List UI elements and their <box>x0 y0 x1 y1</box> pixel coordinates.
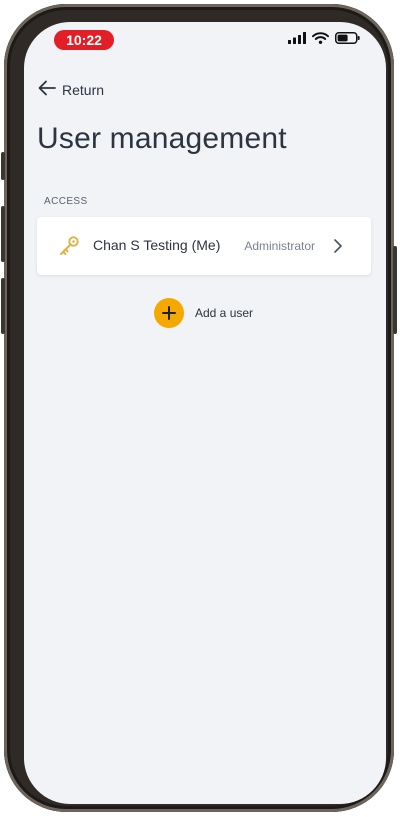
section-label-access: ACCESS <box>44 196 88 207</box>
wifi-icon <box>312 31 329 49</box>
battery-icon <box>335 31 360 49</box>
status-time: 10:22 <box>54 30 114 50</box>
status-icons <box>288 32 360 48</box>
page-title: User management <box>37 122 287 155</box>
key-icon <box>57 234 81 258</box>
arrow-left-icon <box>38 80 56 101</box>
plus-icon <box>154 298 184 328</box>
user-name: Chan S Testing (Me) <box>93 237 221 253</box>
app-screen: 10:22 Return User management ACCESS Chan… <box>24 22 386 804</box>
user-row[interactable]: Chan S Testing (Me) Administrator <box>37 217 371 275</box>
back-button[interactable]: Return <box>38 78 104 102</box>
add-user-button[interactable]: Add a user <box>154 298 253 328</box>
chevron-right-icon <box>333 238 343 254</box>
side-button-power <box>393 246 397 334</box>
status-bar: 10:22 <box>24 22 386 62</box>
side-button-volume-up <box>1 206 5 262</box>
side-button-volume-down <box>1 278 5 334</box>
back-label: Return <box>62 82 105 98</box>
user-role: Administrator <box>244 239 315 253</box>
side-button-silent <box>1 152 5 180</box>
phone-frame: 10:22 Return User management ACCESS Chan… <box>1 4 397 812</box>
signal-icon <box>288 31 306 49</box>
add-user-label: Add a user <box>195 306 254 320</box>
